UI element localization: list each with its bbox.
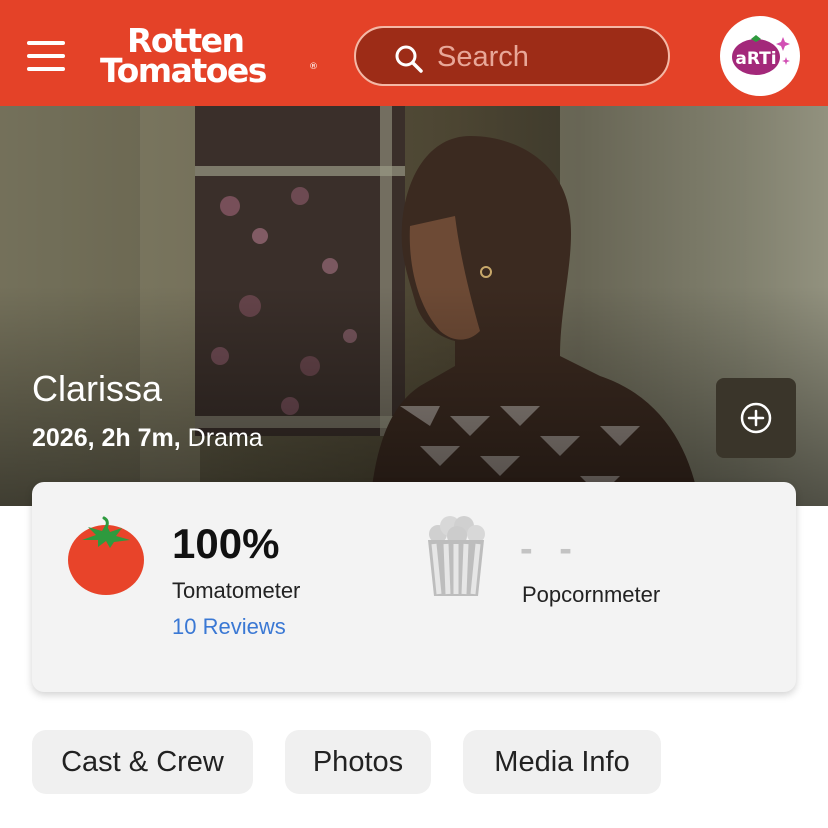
rotten-tomatoes-logo[interactable]: Rotten Tomatoes ®: [100, 22, 320, 90]
movie-genre: Drama: [187, 424, 263, 452]
popcornmeter-score: - -: [520, 528, 580, 570]
user-avatar[interactable]: aRTi: [720, 16, 800, 96]
hamburger-menu-icon[interactable]: [27, 41, 65, 71]
media-info-button[interactable]: Media Info: [463, 730, 661, 794]
avatar-text: aRTi: [735, 49, 776, 69]
popcorn-bucket-icon: [428, 516, 485, 596]
add-to-watchlist-button[interactable]: [716, 378, 796, 458]
fresh-tomato-icon: [68, 516, 144, 595]
cast-crew-button[interactable]: Cast & Crew: [32, 730, 253, 794]
logo-line-2: Tomatoes: [100, 51, 267, 90]
hero-banner: Clarissa 2026, 2h 7m, Drama: [0, 106, 828, 506]
movie-title: Clarissa: [32, 368, 163, 409]
photos-button[interactable]: Photos: [285, 730, 431, 794]
movie-meta: 2026, 2h 7m, Drama: [32, 424, 263, 453]
search-icon: [395, 45, 423, 73]
popcornmeter-label: Popcornmeter: [522, 582, 661, 607]
reviews-count-link[interactable]: 10 Reviews: [172, 614, 286, 640]
tomatometer-score: 100%: [172, 520, 280, 567]
tomatometer-label: Tomatometer: [172, 578, 301, 603]
search-placeholder: Search: [437, 41, 529, 73]
movie-year-runtime: 2026, 2h 7m,: [32, 424, 181, 452]
registered-mark: ®: [309, 62, 318, 72]
score-card: 100% Tomatometer 10 Reviews - - Popcornm…: [32, 482, 796, 692]
top-header: Rotten Tomatoes ® Search aRTi: [0, 0, 828, 106]
arti-badge-icon: aRTi: [732, 35, 790, 75]
plus-circle-icon: [740, 402, 772, 434]
search-input[interactable]: Search: [354, 26, 670, 86]
